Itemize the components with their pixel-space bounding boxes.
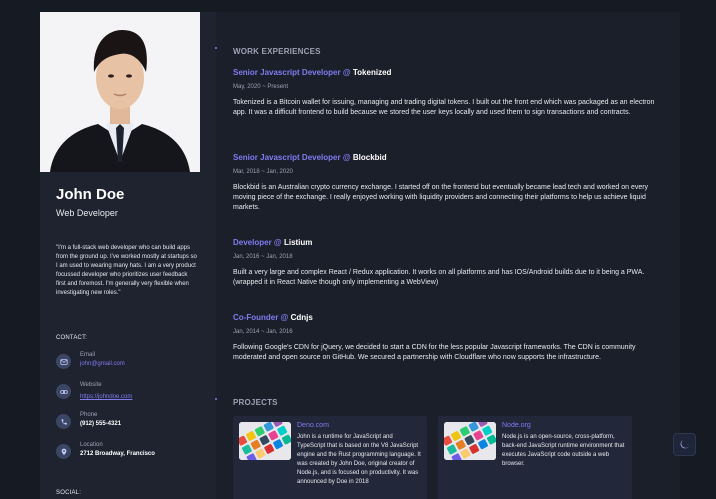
job-title: Senior Javascript Developer @ Blockbid: [233, 153, 665, 163]
project-thumbnail: [444, 422, 496, 460]
project-description: John is a runtime for JavaScript and Typ…: [297, 434, 421, 485]
job-company: Cdnjs: [290, 313, 313, 322]
contact-email: Email john@gmail.com: [56, 352, 206, 374]
social-heading: SOCIAL:: [56, 490, 82, 496]
accent-dot: [215, 398, 217, 400]
profile-sidebar: John Doe Web Developer "I'm a full-stack…: [40, 12, 216, 499]
mail-icon: [56, 354, 71, 369]
job-dates: Jan, 2014 ~ Jan, 2016: [233, 329, 293, 335]
contact-heading: CONTACT:: [56, 335, 88, 341]
project-card[interactable]: Deno.com John is a runtime for JavaScrip…: [233, 416, 427, 499]
job-company: Listium: [283, 238, 313, 247]
moon-icon: [680, 440, 689, 449]
job-description: Built a very large and complex React / R…: [233, 269, 645, 286]
phone-label: Phone: [80, 412, 98, 418]
job-dates: May, 2020 ~ Present: [233, 84, 289, 90]
email-label: Email: [80, 352, 96, 358]
job-description: Following Google's CDN for jQuery, we de…: [233, 344, 636, 361]
job-dates: Jan, 2016 ~ Jan, 2018: [233, 254, 293, 260]
profile-title: Web Developer: [56, 208, 118, 218]
resume-card: John Doe Web Developer "I'm a full-stack…: [40, 12, 680, 499]
contact-phone: Phone (912) 555-4321: [56, 412, 206, 434]
project-card[interactable]: Node.org Node.js is an open-source, cros…: [438, 416, 632, 499]
theme-toggle-button[interactable]: [673, 433, 696, 456]
location-icon: [56, 444, 71, 459]
job-dates: Mar, 2018 ~ Jan, 2020: [233, 169, 293, 175]
project-name[interactable]: Deno.com: [297, 422, 329, 429]
profile-photo: [40, 12, 200, 172]
phone-value: (912) 555-4321: [80, 421, 122, 427]
link-icon: [56, 384, 71, 399]
job-title: Developer @ Listium: [233, 238, 665, 248]
job-company: Tokenized: [352, 68, 392, 77]
job-title: Co-Founder @ Cdnjs: [233, 313, 665, 323]
job-company: Blockbid: [352, 153, 387, 162]
profile-quote: "I'm a full-stack web developer who can …: [56, 245, 197, 296]
job-role: Co-Founder @: [233, 313, 289, 322]
profile-name: John Doe: [56, 186, 125, 203]
job-entry: Co-Founder @ Cdnjs Jan, 2014 ~ Jan, 2016…: [233, 313, 665, 363]
job-description: Tokenized is a Bitcoin wallet for issuin…: [233, 99, 655, 116]
job-title: Senior Javascript Developer @ Tokenized: [233, 68, 665, 78]
project-thumbnail: [239, 422, 291, 460]
project-description: Node.js is an open-source, cross-platfor…: [502, 434, 625, 467]
projects-heading: PROJECTS: [233, 398, 278, 407]
contact-location: Location 2712 Broadway, Francisco: [56, 442, 206, 464]
job-entry: Senior Javascript Developer @ Blockbid M…: [233, 153, 665, 213]
website-label: Website: [80, 382, 102, 388]
contact-website: Website https://johndoe.com: [56, 382, 206, 404]
job-entry: Developer @ Listium Jan, 2016 ~ Jan, 201…: [233, 238, 665, 288]
project-name[interactable]: Node.org: [502, 422, 531, 429]
job-role: Senior Javascript Developer @: [233, 68, 351, 77]
accent-dot: [215, 47, 217, 49]
location-label: Location: [80, 442, 103, 448]
job-description: Blockbid is an Australian crypto currenc…: [233, 184, 649, 211]
job-role: Senior Javascript Developer @: [233, 153, 351, 162]
job-role: Developer @: [233, 238, 282, 247]
email-link[interactable]: john@gmail.com: [80, 361, 125, 367]
website-link[interactable]: https://johndoe.com: [80, 394, 132, 400]
location-value: 2712 Broadway, Francisco: [80, 451, 155, 457]
job-entry: Senior Javascript Developer @ Tokenized …: [233, 68, 665, 118]
phone-icon: [56, 414, 71, 429]
experience-heading: WORK EXPERIENCES: [233, 47, 321, 56]
